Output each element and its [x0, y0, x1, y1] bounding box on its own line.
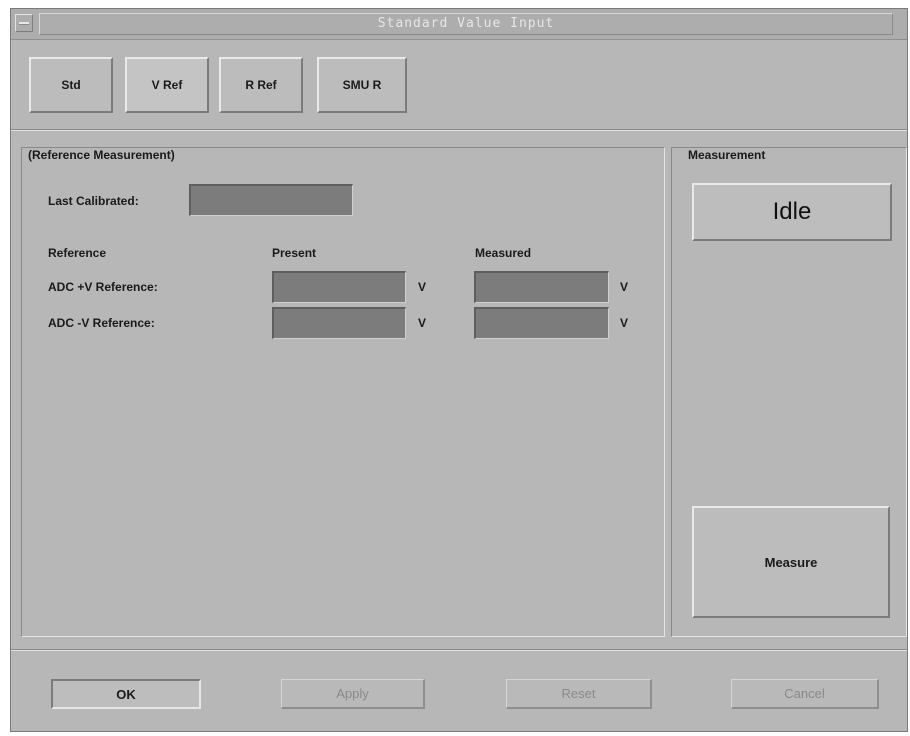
- apply-button[interactable]: Apply: [281, 679, 425, 709]
- reference-column-header: Reference: [48, 246, 107, 260]
- tab-r-ref[interactable]: R Ref: [219, 57, 303, 113]
- measured-column-header: Measured: [475, 246, 532, 260]
- measure-button[interactable]: Measure: [692, 506, 890, 618]
- reference-panel-title: (Reference Measurement): [26, 148, 177, 162]
- title-bar[interactable]: Standard Value Input: [11, 9, 907, 40]
- present-column-header: Present: [272, 246, 317, 260]
- window-menu-icon[interactable]: [15, 14, 33, 32]
- adc-minus-v-present-unit: V: [418, 316, 427, 330]
- ok-button[interactable]: OK: [51, 679, 201, 709]
- adc-minus-v-measured-field: [474, 307, 609, 339]
- adc-minus-v-present-field[interactable]: [272, 307, 406, 339]
- measurement-panel-title: Measurement: [686, 148, 768, 162]
- tab-smu-r[interactable]: SMU R: [317, 57, 407, 113]
- adc-plus-v-present-unit: V: [418, 280, 427, 294]
- measurement-status-display: Idle: [692, 183, 892, 241]
- adc-plus-v-present-field[interactable]: [272, 271, 406, 303]
- reset-button[interactable]: Reset: [506, 679, 652, 709]
- adc-plus-v-measured-field: [474, 271, 609, 303]
- standard-value-input-window: Standard Value Input Std V Ref R Ref SMU…: [10, 8, 908, 732]
- adc-plus-v-reference-label: ADC +V Reference:: [48, 280, 158, 294]
- adc-plus-v-measured-unit: V: [620, 280, 629, 294]
- window-title: Standard Value Input: [377, 16, 555, 31]
- tab-separator: [11, 129, 907, 131]
- last-calibrated-field: [189, 184, 353, 216]
- adc-minus-v-reference-label: ADC -V Reference:: [48, 316, 155, 330]
- title-bar-drag-area[interactable]: Standard Value Input: [39, 13, 893, 35]
- adc-minus-v-measured-unit: V: [620, 316, 629, 330]
- footer-separator: [11, 649, 907, 651]
- cancel-button[interactable]: Cancel: [731, 679, 879, 709]
- last-calibrated-label: Last Calibrated:: [48, 194, 139, 208]
- tab-std[interactable]: Std: [29, 57, 113, 113]
- reference-measurement-panel: [21, 147, 665, 637]
- tab-v-ref[interactable]: V Ref: [125, 57, 209, 113]
